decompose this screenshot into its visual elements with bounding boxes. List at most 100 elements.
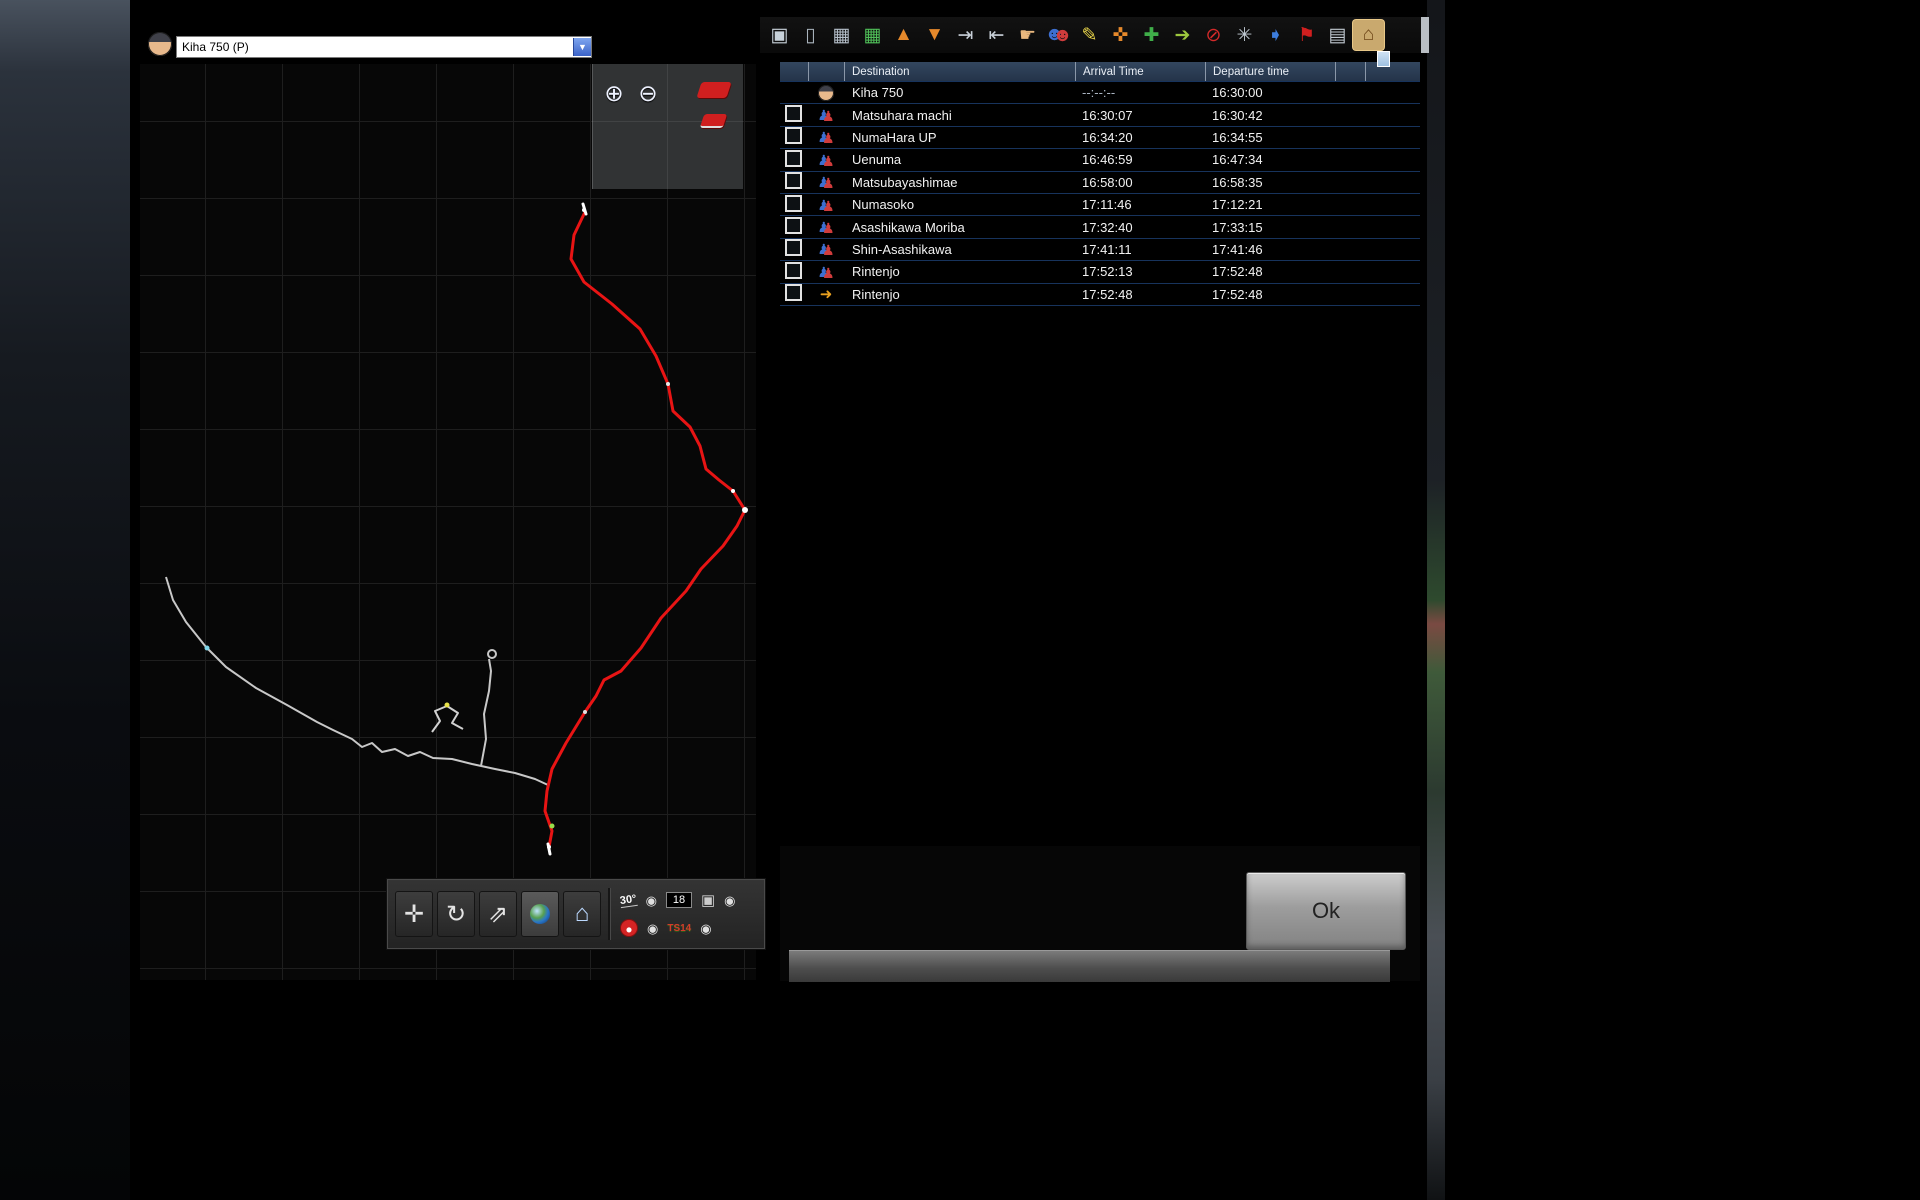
header-destination[interactable]: Destination — [844, 62, 1075, 81]
depot-icon[interactable]: ⌂ — [1353, 20, 1384, 50]
pan-link-button[interactable]: ⇗ — [479, 891, 517, 937]
gradient-tool-small-icon[interactable] — [700, 114, 728, 128]
station-icon: ♟♟ — [817, 108, 834, 122]
portal-assign-icon[interactable]: ➧ — [1260, 20, 1291, 50]
save-icon[interactable]: ▣ — [764, 20, 795, 50]
zoom-out-icon[interactable] — [635, 80, 661, 106]
row-checkbox[interactable] — [785, 239, 802, 256]
station-icon: ♟♟ — [817, 153, 834, 167]
destination-cell: Shin-Asashikawa — [844, 242, 1075, 257]
row-checkbox[interactable] — [785, 105, 802, 122]
ok-button[interactable]: Ok — [1246, 872, 1406, 950]
table-row[interactable]: ♟♟ Matsubayashimae16:58:0016:58:35 — [780, 172, 1420, 194]
zoom-in-icon[interactable] — [601, 80, 627, 106]
grade-display-icon[interactable]: 30° — [619, 892, 637, 907]
home-button[interactable]: ⌂ — [563, 891, 601, 937]
grade-radio[interactable] — [646, 894, 657, 907]
keyboard-icon[interactable]: ▤ — [1322, 20, 1353, 50]
row-checkbox[interactable] — [785, 127, 802, 144]
table-row[interactable]: ♟♟Numasoko17:11:4617:12:21 — [780, 194, 1420, 216]
route-map[interactable] — [140, 64, 756, 980]
destination-cell: Matsuhara machi — [844, 108, 1075, 123]
marker-yellow — [445, 703, 450, 708]
command-toolbar: ▣▯▦▦▲▼⇥⇤☛☻☻✎✜✚➔⊘✳➧⚑▤⌂ — [760, 17, 1422, 53]
rotate-view-button[interactable]: ↻ — [437, 891, 475, 937]
destination-cell: Matsubayashimae — [844, 175, 1075, 190]
row-checkbox[interactable] — [785, 217, 802, 234]
arrival-cell: 17:52:13 — [1075, 264, 1205, 279]
consist-dropdown[interactable]: Kiha 750 (P) — [176, 36, 592, 58]
toolbar-divider — [608, 888, 611, 940]
arrival-cell: --:--:-- — [1075, 85, 1205, 100]
grid-large-icon[interactable]: ▦ — [857, 20, 888, 50]
table-row[interactable]: ♟♟Asashikawa Moriba17:32:4017:33:15 — [780, 216, 1420, 238]
insert-command-icon[interactable]: ✚ — [1136, 20, 1167, 50]
edit-schedule-icon[interactable]: ✎ — [1074, 20, 1105, 50]
table-row[interactable]: Kiha 750--:--:--16:30:00 — [780, 82, 1420, 104]
departure-cell: 17:33:15 — [1205, 220, 1335, 235]
table-row[interactable]: ♟♟Matsuhara machi16:30:0716:30:42 — [780, 104, 1420, 126]
dialog-bottom-bar — [789, 950, 1390, 982]
speed-gauge-icon[interactable] — [620, 919, 638, 937]
row-checkbox[interactable] — [785, 262, 802, 279]
table-row[interactable]: ➜Rintenjo17:52:4817:52:48 — [780, 284, 1420, 306]
portal-icon: ➜ — [820, 285, 833, 303]
departure-cell: 17:41:46 — [1205, 242, 1335, 257]
schedule-rows: Kiha 750--:--:--16:30:00 ♟♟ Matsuhara mach… — [780, 82, 1420, 306]
chevron-down-icon[interactable] — [573, 38, 591, 56]
departure-cell: 16:47:34 — [1205, 152, 1335, 167]
table-row[interactable]: ♟♟Shin-Asashikawa17:41:1117:41:46 — [780, 239, 1420, 261]
schedule-table: Destination Arrival Time Departure time … — [780, 62, 1420, 846]
grid-small-icon[interactable]: ▦ — [826, 20, 857, 50]
scrollbar-thumb[interactable] — [1377, 51, 1390, 67]
gradient-tool-icon[interactable] — [696, 82, 731, 98]
marker-white-4 — [583, 710, 587, 714]
table-row[interactable]: ♟♟NumaHara UP16:34:2016:34:55 — [780, 127, 1420, 149]
station-icon: ♟♟ — [817, 242, 834, 256]
junction-marker — [742, 507, 748, 513]
marker-white-2 — [666, 382, 670, 386]
consist-dropdown-value: Kiha 750 (P) — [177, 40, 249, 54]
table-row[interactable]: ♟♟Rintenjo17:52:1317:52:48 — [780, 261, 1420, 283]
row-checkbox[interactable] — [785, 150, 802, 167]
destination-cell: Rintenjo — [844, 287, 1075, 302]
properties-icon[interactable]: ✳ — [1229, 20, 1260, 50]
table-row[interactable]: ♟♟Uenuma16:46:5916:47:34 — [780, 149, 1420, 171]
move-up-icon[interactable]: ▲ — [888, 20, 919, 50]
station-icon: ♟♟ — [817, 130, 834, 144]
fit-view-button[interactable]: ✛ — [395, 891, 433, 937]
append-row-icon[interactable]: ⇤ — [981, 20, 1012, 50]
marker-green — [550, 824, 555, 829]
globe-button[interactable] — [521, 891, 559, 937]
copy-commands-icon[interactable]: ✜ — [1105, 20, 1136, 50]
station-icon: ♟♟ — [817, 175, 834, 189]
row-checkbox[interactable] — [785, 172, 802, 189]
row-checkbox[interactable] — [785, 195, 802, 212]
header-arrival[interactable]: Arrival Time — [1075, 62, 1205, 81]
layers-radio[interactable] — [724, 894, 735, 907]
ts-logo[interactable]: TS14 — [667, 923, 691, 934]
trash-icon[interactable]: ▯ — [795, 20, 826, 50]
logo-radio[interactable] — [700, 922, 711, 935]
departure-cell: 17:52:48 — [1205, 287, 1335, 302]
remove-driver-icon[interactable]: ⊘ — [1198, 20, 1229, 50]
move-down-icon[interactable]: ▼ — [919, 20, 950, 50]
background-world-left — [0, 0, 130, 1200]
drivers-icon[interactable]: ☻☻ — [1043, 20, 1074, 50]
destination-cell: Numasoko — [844, 197, 1075, 212]
row-checkbox[interactable] — [785, 284, 802, 301]
run-schedule-icon[interactable]: ➔ — [1167, 20, 1198, 50]
departure-cell: 16:30:00 — [1205, 85, 1335, 100]
gauge-radio[interactable] — [647, 922, 658, 935]
departure-cell: 16:58:35 — [1205, 175, 1335, 190]
flag-icon[interactable]: ⚑ — [1291, 20, 1322, 50]
layers-icon[interactable]: ▣ — [701, 891, 715, 909]
arrival-cell: 16:58:00 — [1075, 175, 1205, 190]
hand-pick-icon[interactable]: ☛ — [1012, 20, 1043, 50]
header-departure[interactable]: Departure time — [1205, 62, 1335, 81]
arrival-cell: 17:11:46 — [1075, 197, 1205, 212]
insert-row-icon[interactable]: ⇥ — [950, 20, 981, 50]
arrival-cell: 16:34:20 — [1075, 130, 1205, 145]
header-extra-1 — [1335, 62, 1365, 81]
toolbar-edge — [1421, 17, 1429, 53]
